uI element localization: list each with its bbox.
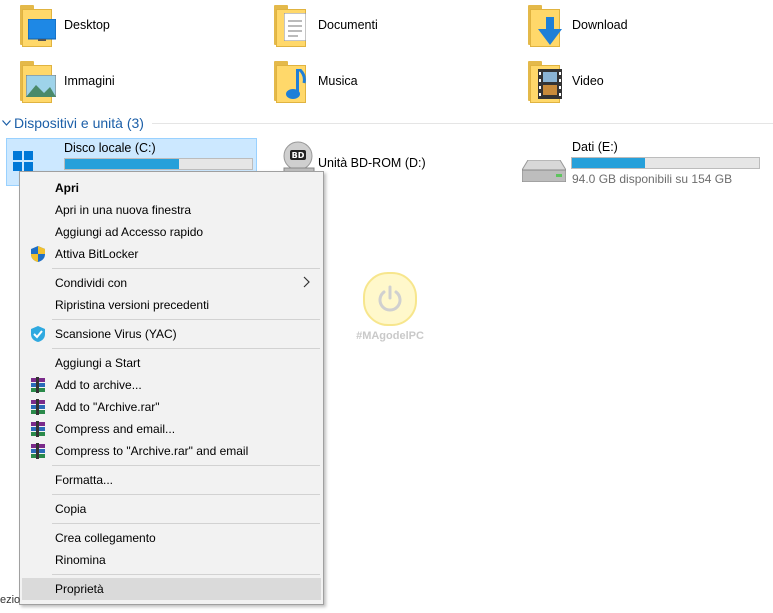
- watermark-text: #MAgodelPC: [356, 330, 424, 342]
- folder-label: Musica: [318, 74, 358, 88]
- winrar-icon: [31, 443, 45, 459]
- menu-item-crea-collegamento[interactable]: Crea collegamento: [22, 527, 321, 549]
- section-title: Dispositivi e unità (3): [14, 115, 144, 131]
- drive-name: Disco locale (C:): [64, 141, 156, 155]
- drive-usage-bar: [64, 158, 253, 170]
- chevron-down-icon[interactable]: [2, 118, 14, 129]
- devices-section-header[interactable]: Dispositivi e unità (3): [0, 114, 773, 132]
- menu-item-label: Scansione Virus (YAC): [55, 327, 177, 341]
- folder-documenti[interactable]: Documenti: [272, 2, 378, 48]
- drive-usage-fill: [65, 159, 180, 169]
- menu-item-compress-archive-email[interactable]: Compress to "Archive.rar" and email: [22, 440, 321, 462]
- music-folder-icon: [272, 59, 310, 103]
- svg-text:BD: BD: [292, 151, 305, 160]
- hard-drive-icon: [522, 160, 566, 182]
- menu-item-scansione-virus[interactable]: Scansione Virus (YAC): [22, 323, 321, 345]
- menu-item-apri[interactable]: Apri: [22, 177, 321, 199]
- watermark: #MAgodelPC: [352, 272, 428, 342]
- menu-item-label: Ripristina versioni precedenti: [55, 298, 210, 312]
- folder-label: Desktop: [64, 18, 110, 32]
- shield-icon: [31, 246, 45, 262]
- menu-item-label: Compress and email...: [55, 422, 176, 436]
- video-folder-icon: [526, 59, 564, 103]
- menu-separator: [52, 523, 320, 524]
- folder-immagini[interactable]: Immagini: [18, 58, 115, 104]
- menu-separator: [52, 348, 320, 349]
- menu-item-label: Aggiungi a Start: [55, 356, 141, 370]
- menu-separator: [52, 574, 320, 575]
- antivirus-icon: [31, 326, 45, 342]
- winrar-icon: [31, 377, 45, 393]
- folder-download[interactable]: Download: [526, 2, 628, 48]
- drive-name: Dati (E:): [572, 140, 618, 154]
- pictures-folder-icon: [18, 59, 56, 103]
- download-folder-icon: [526, 3, 564, 47]
- menu-item-label: Formatta...: [55, 473, 114, 487]
- status-bar-text: ezio: [0, 594, 21, 606]
- documents-folder-icon: [272, 3, 310, 47]
- menu-item-ripristina-versioni[interactable]: Ripristina versioni precedenti: [22, 294, 321, 316]
- menu-item-label: Copia: [55, 502, 87, 516]
- menu-item-add-to-archive[interactable]: Add to archive...: [22, 374, 321, 396]
- chevron-right-icon: [303, 276, 310, 288]
- menu-separator: [52, 494, 320, 495]
- folder-musica[interactable]: Musica: [272, 58, 358, 104]
- menu-item-apri-nuova-finestra[interactable]: Apri in una nuova finestra: [22, 199, 321, 221]
- power-icon: [363, 272, 417, 326]
- winrar-icon: [31, 421, 45, 437]
- menu-item-label: Proprietà: [55, 582, 104, 596]
- menu-item-label: Attiva BitLocker: [55, 247, 139, 261]
- section-divider: [151, 122, 773, 124]
- folder-desktop[interactable]: Desktop: [18, 2, 110, 48]
- menu-item-label: Apri in una nuova finestra: [55, 203, 192, 217]
- folder-video[interactable]: Video: [526, 58, 604, 104]
- menu-item-label: Condividi con: [55, 276, 128, 290]
- menu-item-label: Compress to "Archive.rar" and email: [55, 444, 249, 458]
- context-menu: Apri Apri in una nuova finestra Aggiungi…: [19, 171, 324, 605]
- menu-item-condividi-con[interactable]: Condividi con: [22, 272, 321, 294]
- menu-item-aggiungi-start[interactable]: Aggiungi a Start: [22, 352, 321, 374]
- menu-item-label: Apri: [55, 181, 79, 195]
- menu-item-proprieta[interactable]: Proprietà: [22, 578, 321, 600]
- folder-label: Immagini: [64, 74, 115, 88]
- menu-separator: [52, 465, 320, 466]
- menu-separator: [52, 268, 320, 269]
- drive-usage-bar: [571, 157, 760, 169]
- drive-name: Unità BD-ROM (D:): [318, 156, 426, 170]
- menu-item-rinomina[interactable]: Rinomina: [22, 549, 321, 571]
- menu-item-compress-email[interactable]: Compress and email...: [22, 418, 321, 440]
- menu-separator: [52, 319, 320, 320]
- desktop-folder-icon: [18, 3, 56, 47]
- menu-item-label: Add to archive...: [55, 378, 142, 392]
- menu-item-label: Add to "Archive.rar": [55, 400, 160, 414]
- folder-label: Documenti: [318, 18, 378, 32]
- drive-free-space: 94.0 GB disponibili su 154 GB: [572, 172, 733, 186]
- winrar-icon: [31, 399, 45, 415]
- menu-item-add-to-archive-rar[interactable]: Add to "Archive.rar": [22, 396, 321, 418]
- drive-usage-fill: [572, 158, 645, 168]
- drive-e[interactable]: Dati (E:) 94.0 GB disponibili su 154 GB: [518, 138, 768, 188]
- menu-item-bitlocker[interactable]: Attiva BitLocker: [22, 243, 321, 265]
- menu-item-accesso-rapido[interactable]: Aggiungi ad Accesso rapido: [22, 221, 321, 243]
- menu-item-label: Crea collegamento: [55, 531, 156, 545]
- menu-item-label: Rinomina: [55, 553, 106, 567]
- folder-label: Video: [572, 74, 604, 88]
- menu-item-formatta[interactable]: Formatta...: [22, 469, 321, 491]
- folder-label: Download: [572, 18, 628, 32]
- menu-item-label: Aggiungi ad Accesso rapido: [55, 225, 204, 239]
- windows-drive-icon: [13, 151, 33, 171]
- menu-item-copia[interactable]: Copia: [22, 498, 321, 520]
